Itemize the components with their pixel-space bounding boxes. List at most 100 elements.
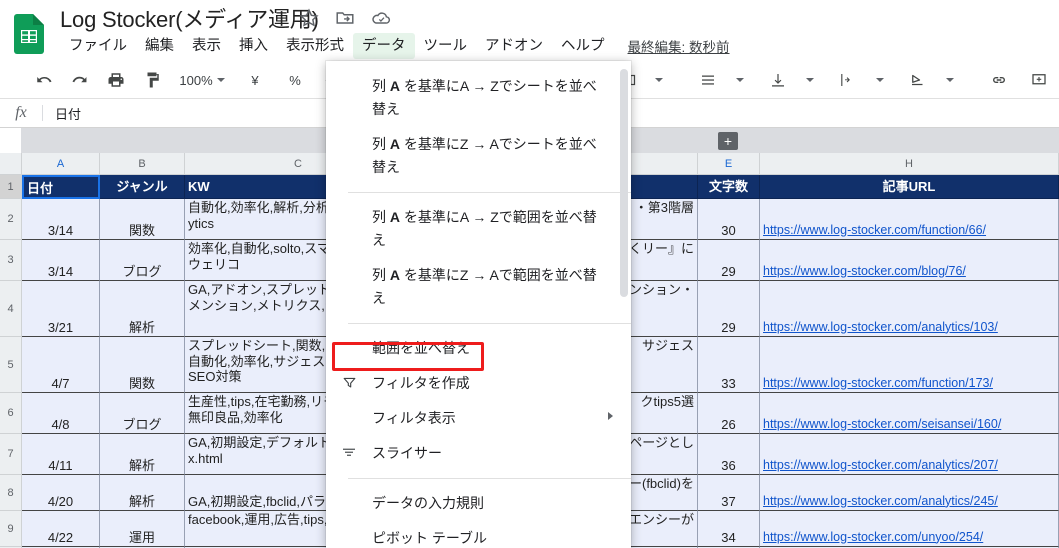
cell-e8[interactable]: 37 xyxy=(698,475,760,511)
article-url-link[interactable]: https://www.log-stocker.com/seisansei/16… xyxy=(763,417,1001,433)
menu-edit[interactable]: 編集 xyxy=(136,33,183,59)
cell-e6[interactable]: 26 xyxy=(698,393,760,434)
cell-b3[interactable]: ブログ xyxy=(100,240,185,281)
text-overflow-icon[interactable] xyxy=(834,66,862,94)
last-edit-link[interactable]: 最終編集: 数秒前 xyxy=(628,36,730,56)
menu-item-create-filter[interactable]: フィルタを作成 xyxy=(326,366,631,401)
formula-input[interactable]: 日付 xyxy=(43,104,81,123)
menu-file[interactable]: ファイル xyxy=(60,33,136,59)
cell-h1[interactable]: 記事URL xyxy=(760,175,1059,199)
menu-help[interactable]: ヘルプ xyxy=(552,33,614,59)
insert-comment-icon[interactable] xyxy=(1025,66,1053,94)
cell-h7[interactable]: https://www.log-stocker.com/analytics/20… xyxy=(760,434,1059,475)
menu-item-pivot-table[interactable]: ピボット テーブル xyxy=(326,521,631,548)
article-url-link[interactable]: https://www.log-stocker.com/unyoo/254/ xyxy=(763,530,983,546)
cell-e4[interactable]: 29 xyxy=(698,281,760,337)
move-to-folder-icon[interactable] xyxy=(334,7,356,29)
row-header-3[interactable]: 3 xyxy=(0,240,22,281)
cell-h9[interactable]: https://www.log-stocker.com/unyoo/254/ xyxy=(760,511,1059,547)
menu-addons[interactable]: アドオン xyxy=(476,33,552,59)
text-rotation-icon[interactable] xyxy=(904,66,932,94)
cell-b8[interactable]: 解析 xyxy=(100,475,185,511)
menu-item-sort-sheet-za[interactable]: 列 A を基準にZ → Aでシートを並べ替え xyxy=(326,127,631,185)
row-header-1[interactable]: 1 xyxy=(0,175,22,199)
menu-item-filter-views[interactable]: フィルタ表示 xyxy=(326,401,631,436)
cell-e9[interactable]: 34 xyxy=(698,511,760,547)
cell-h5[interactable]: https://www.log-stocker.com/function/173… xyxy=(760,337,1059,393)
undo-icon[interactable] xyxy=(30,66,58,94)
cell-a7[interactable]: 4/11 xyxy=(22,434,100,475)
cell-a9[interactable]: 4/22 xyxy=(22,511,100,547)
article-url-link[interactable]: https://www.log-stocker.com/blog/76/ xyxy=(763,264,966,280)
row-header-2[interactable]: 2 xyxy=(0,199,22,240)
data-menu-dropdown[interactable]: 列 A を基準にA → Zでシートを並べ替え 列 A を基準にZ → Aでシート… xyxy=(326,61,631,548)
select-all-corner[interactable] xyxy=(0,153,22,175)
row-header-5[interactable]: 5 xyxy=(0,337,22,393)
menu-data[interactable]: データ xyxy=(353,33,415,59)
cell-b6[interactable]: ブログ xyxy=(100,393,185,434)
cell-a4[interactable]: 3/21 xyxy=(22,281,100,337)
cell-b4[interactable]: 解析 xyxy=(100,281,185,337)
menu-item-sort-sheet-az[interactable]: 列 A を基準にA → Zでシートを並べ替え xyxy=(326,69,631,127)
row-header-4[interactable]: 4 xyxy=(0,281,22,337)
cell-h2[interactable]: https://www.log-stocker.com/function/66/ xyxy=(760,199,1059,240)
cell-b7[interactable]: 解析 xyxy=(100,434,185,475)
cell-b2[interactable]: 関数 xyxy=(100,199,185,240)
redo-icon[interactable] xyxy=(66,66,94,94)
cell-b5[interactable]: 関数 xyxy=(100,337,185,393)
print-icon[interactable] xyxy=(102,66,130,94)
selected-cell-a1[interactable]: 日付 xyxy=(22,175,100,199)
column-header-b[interactable]: B xyxy=(100,153,185,175)
column-header-a[interactable]: A xyxy=(22,153,100,175)
row-header-9[interactable]: 9 xyxy=(0,511,22,547)
menu-item-slicer[interactable]: スライサー xyxy=(326,436,631,471)
cell-e2[interactable]: 30 xyxy=(698,199,760,240)
insert-link-icon[interactable] xyxy=(985,66,1013,94)
cell-e1[interactable]: 文字数 xyxy=(698,175,760,199)
menu-scrollbar-thumb[interactable] xyxy=(620,69,628,297)
cell-h8[interactable]: https://www.log-stocker.com/analytics/24… xyxy=(760,475,1059,511)
column-header-e[interactable]: E xyxy=(698,153,760,175)
cell-a3[interactable]: 3/14 xyxy=(22,240,100,281)
menu-item-sort-range[interactable]: 範囲を並べ替え xyxy=(326,331,631,366)
menu-item-sort-range-az[interactable]: 列 A を基準にA → Zで範囲を並べ替え xyxy=(326,200,631,258)
vertical-align-icon[interactable] xyxy=(764,66,792,94)
currency-format-icon[interactable]: ¥ xyxy=(241,66,269,94)
percent-format-icon[interactable]: % xyxy=(281,66,309,94)
row-header-6[interactable]: 6 xyxy=(0,393,22,434)
vertical-align-caret[interactable] xyxy=(794,66,822,94)
horizontal-align-icon[interactable] xyxy=(694,66,722,94)
text-rotation-caret[interactable] xyxy=(934,66,962,94)
article-url-link[interactable]: https://www.log-stocker.com/analytics/10… xyxy=(763,320,998,336)
menu-item-sort-range-za[interactable]: 列 A を基準にZ → Aで範囲を並べ替え xyxy=(326,258,631,316)
star-icon[interactable] xyxy=(298,7,320,29)
menu-insert[interactable]: 挿入 xyxy=(230,33,277,59)
zoom-select[interactable]: 100% xyxy=(179,66,225,94)
text-overflow-caret[interactable] xyxy=(864,66,892,94)
article-url-link[interactable]: https://www.log-stocker.com/analytics/20… xyxy=(763,458,998,474)
cell-a6[interactable]: 4/8 xyxy=(22,393,100,434)
cell-h6[interactable]: https://www.log-stocker.com/seisansei/16… xyxy=(760,393,1059,434)
cell-a2[interactable]: 3/14 xyxy=(22,199,100,240)
cell-e3[interactable]: 29 xyxy=(698,240,760,281)
column-header-h[interactable]: H xyxy=(760,153,1059,175)
horizontal-align-caret[interactable] xyxy=(724,66,752,94)
menu-tools[interactable]: ツール xyxy=(415,33,477,59)
merge-dropdown-caret[interactable] xyxy=(643,66,671,94)
menu-view[interactable]: 表示 xyxy=(183,33,230,59)
paint-format-icon[interactable] xyxy=(138,66,166,94)
menu-format[interactable]: 表示形式 xyxy=(277,33,353,59)
article-url-link[interactable]: https://www.log-stocker.com/analytics/24… xyxy=(763,494,998,510)
row-header-8[interactable]: 8 xyxy=(0,475,22,511)
cell-e5[interactable]: 33 xyxy=(698,337,760,393)
cell-b1[interactable]: ジャンル xyxy=(100,175,185,199)
cell-e7[interactable]: 36 xyxy=(698,434,760,475)
cell-h4[interactable]: https://www.log-stocker.com/analytics/10… xyxy=(760,281,1059,337)
document-title[interactable]: Log Stocker(メディア運用) xyxy=(60,2,319,34)
cell-a8[interactable]: 4/20 xyxy=(22,475,100,511)
article-url-link[interactable]: https://www.log-stocker.com/function/173… xyxy=(763,376,993,392)
cell-b9[interactable]: 運用 xyxy=(100,511,185,547)
function-icon[interactable]: fx xyxy=(0,104,42,122)
row-header-7[interactable]: 7 xyxy=(0,434,22,475)
add-column-button[interactable]: + xyxy=(718,132,738,150)
